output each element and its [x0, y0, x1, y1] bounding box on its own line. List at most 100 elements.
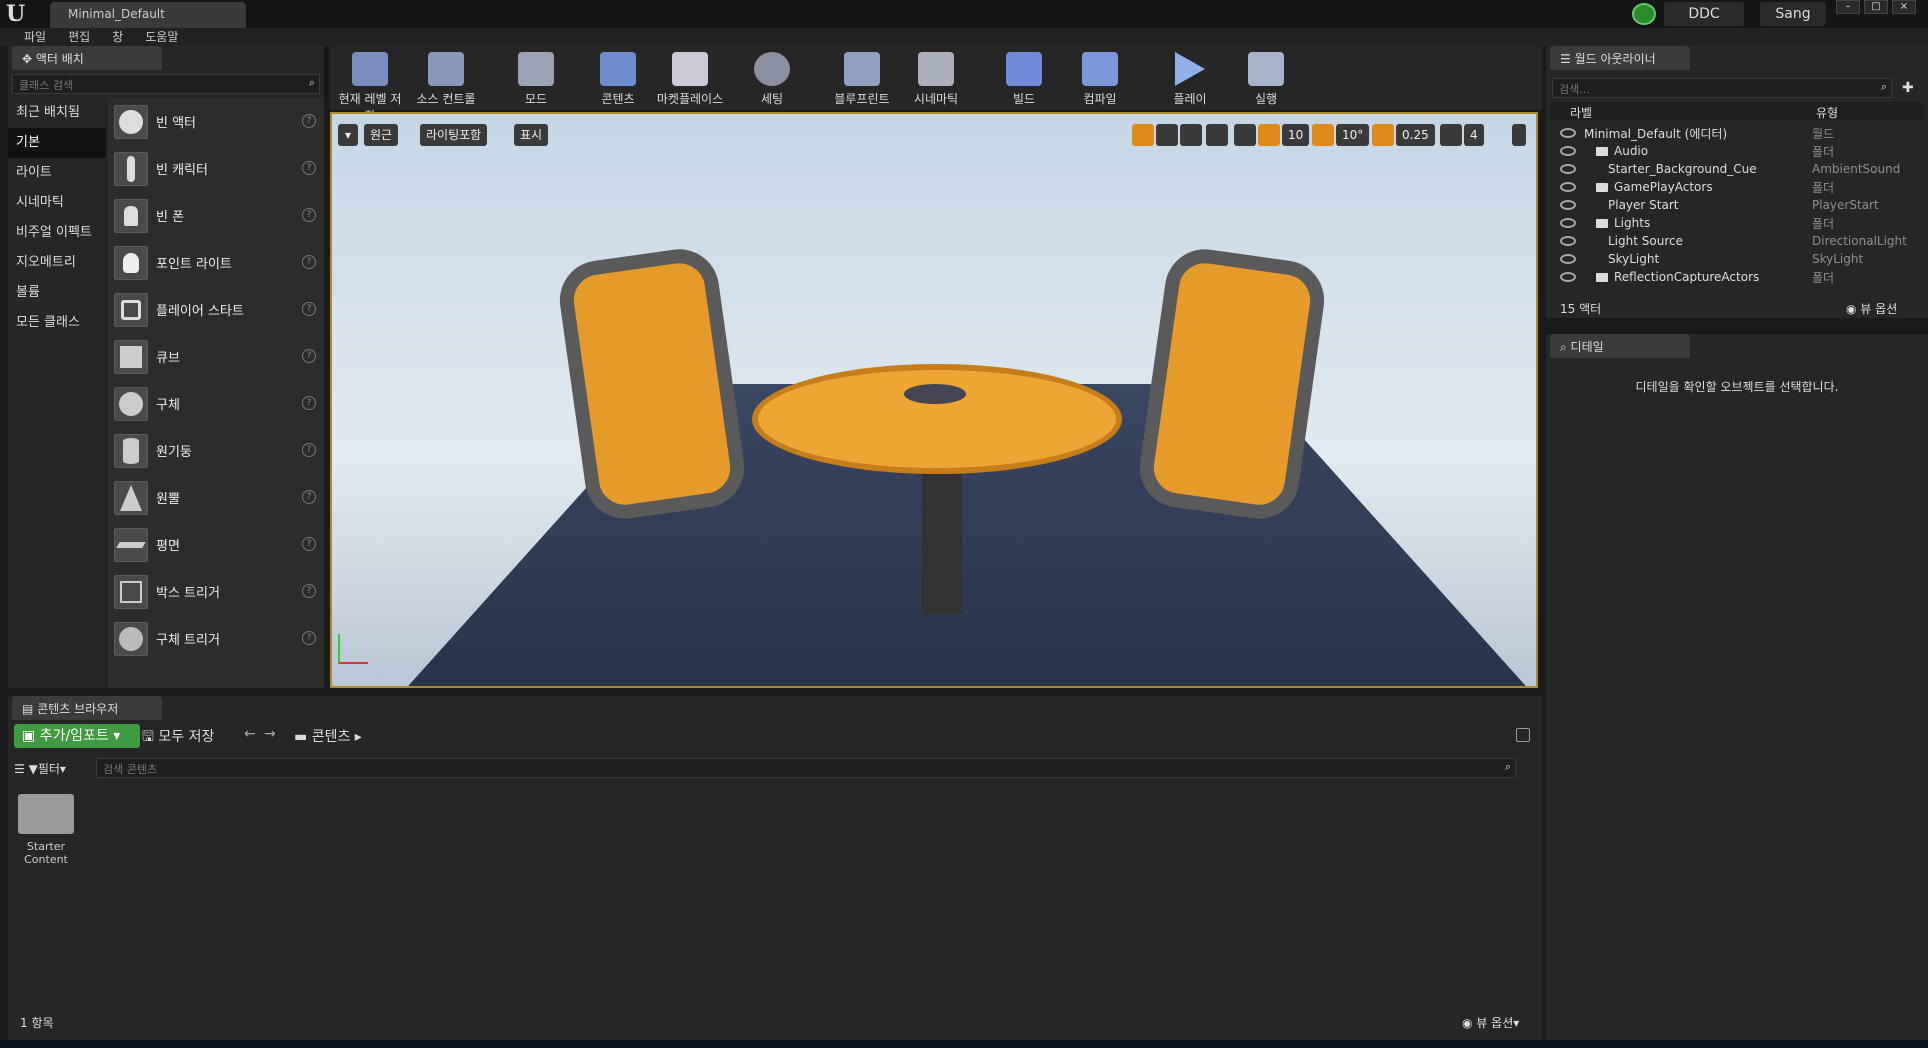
user-button[interactable]: Sang: [1760, 2, 1826, 26]
launch-button[interactable]: 실행: [1230, 50, 1302, 108]
outliner-row[interactable]: GamePlayActors 폴더: [1550, 178, 1910, 196]
path-breadcrumb[interactable]: ▬ 콘텐츠 ▸: [294, 726, 362, 746]
help-icon[interactable]: ?: [302, 349, 316, 363]
visibility-eye-icon[interactable]: [1560, 164, 1576, 174]
help-icon[interactable]: ?: [302, 490, 316, 504]
scale-snap-value[interactable]: 0.25: [1396, 124, 1435, 146]
menu-window[interactable]: 창: [102, 28, 133, 46]
content-browser-tab[interactable]: ▤ 콘텐츠 브라우저: [12, 696, 162, 720]
help-icon[interactable]: ?: [302, 255, 316, 269]
category-all-classes[interactable]: 모든 클래스: [8, 308, 106, 338]
outliner-row[interactable]: Starter_Background_Cue AmbientSound: [1550, 160, 1910, 178]
content-view-options-button[interactable]: ◉ 뷰 옵션▾: [1462, 1014, 1519, 1031]
folder-item-starter-content[interactable]: Starter Content: [16, 794, 76, 866]
type-column-header[interactable]: 유형: [1816, 104, 1838, 121]
source-control-status-icon[interactable]: [1632, 3, 1656, 25]
actor-item-empty-character[interactable]: 빈 캐릭터?: [108, 145, 324, 192]
level-tab[interactable]: Minimal_Default: [50, 2, 246, 28]
camera-speed-value[interactable]: 4: [1464, 124, 1484, 146]
add-filter-icon[interactable]: ✚: [1902, 80, 1918, 96]
tree-toggle-icon[interactable]: ☰: [14, 762, 29, 776]
visibility-eye-icon[interactable]: [1560, 218, 1576, 228]
perspective-button[interactable]: 원근: [364, 124, 399, 146]
actor-item-box-trigger[interactable]: 박스 트리거?: [108, 568, 324, 615]
rotate-icon[interactable]: [1156, 124, 1178, 146]
maximize-icon[interactable]: □: [1864, 0, 1888, 14]
category-visual-effects[interactable]: 비주얼 이펙트: [8, 218, 106, 248]
rotation-snap-icon[interactable]: [1312, 124, 1334, 146]
filter-button[interactable]: ☰ ▼필터▾: [14, 760, 66, 777]
grid-snap-value[interactable]: 10: [1282, 124, 1310, 146]
compile-button[interactable]: 컴파일: [1064, 50, 1136, 108]
label-column-header[interactable]: 라벨: [1570, 104, 1592, 121]
rotation-snap-value[interactable]: 10°: [1336, 124, 1370, 146]
show-button[interactable]: 표시: [514, 124, 549, 146]
camera-speed-icon[interactable]: [1440, 124, 1462, 146]
details-tab[interactable]: ⌕ 디테일: [1550, 334, 1690, 358]
visibility-eye-icon[interactable]: [1560, 254, 1576, 264]
help-icon[interactable]: ?: [302, 396, 316, 410]
visibility-eye-icon[interactable]: [1560, 272, 1576, 282]
menu-help[interactable]: 도움말: [135, 28, 188, 46]
lock-icon[interactable]: [1516, 728, 1530, 742]
close-icon[interactable]: ×: [1892, 0, 1916, 14]
source-control-button[interactable]: 소스 컨트롤: [410, 50, 482, 108]
outliner-row[interactable]: Lights 폴더: [1550, 214, 1910, 232]
actor-item-empty-actor[interactable]: 빈 액터?: [108, 98, 324, 145]
actor-item-cone[interactable]: 원뿔?: [108, 474, 324, 521]
category-basic[interactable]: 기본: [8, 128, 106, 158]
level-viewport[interactable]: ▾ 원근 라이팅포함 표시 10 10° 0.25 4: [330, 112, 1538, 688]
outliner-search-input[interactable]: 검색... ⌕: [1552, 78, 1892, 98]
outliner-row[interactable]: Player Start PlayerStart: [1550, 196, 1910, 214]
category-lights[interactable]: 라이트: [8, 158, 106, 188]
viewport-options-dropdown[interactable]: ▾: [338, 124, 358, 146]
help-icon[interactable]: ?: [302, 208, 316, 222]
content-button[interactable]: 콘텐츠: [582, 50, 654, 108]
visibility-eye-icon[interactable]: [1560, 128, 1576, 138]
maximize-viewport-icon[interactable]: [1512, 124, 1526, 146]
outliner-row[interactable]: Minimal_Default (에디터) 월드: [1550, 124, 1910, 142]
back-arrow-icon[interactable]: ←: [244, 726, 256, 742]
surface-snap-icon[interactable]: [1234, 124, 1256, 146]
category-recent[interactable]: 최근 배치됨: [8, 98, 106, 128]
translate-icon[interactable]: [1132, 124, 1154, 146]
place-actors-tab[interactable]: ✥ 액터 배치: [12, 46, 162, 70]
add-import-button[interactable]: ▣ 추가/임포트 ▾: [14, 724, 140, 748]
actor-item-point-light[interactable]: 포인트 라이트?: [108, 239, 324, 286]
content-search-input[interactable]: 검색 콘텐츠 ⌕: [96, 758, 1516, 778]
save-all-button[interactable]: 🖫 모두 저장: [142, 726, 214, 750]
visibility-eye-icon[interactable]: [1560, 236, 1576, 246]
build-button[interactable]: 빌드: [988, 50, 1060, 108]
outliner-row[interactable]: Audio 폴더: [1550, 142, 1910, 160]
help-icon[interactable]: ?: [302, 114, 316, 128]
scale-icon[interactable]: [1180, 124, 1202, 146]
category-geometry[interactable]: 지오메트리: [8, 248, 106, 278]
actor-item-plane[interactable]: 평면?: [108, 521, 324, 568]
actor-item-sphere[interactable]: 구체?: [108, 380, 324, 427]
grid-snap-icon[interactable]: [1258, 124, 1280, 146]
category-volumes[interactable]: 볼륨: [8, 278, 106, 308]
marketplace-button[interactable]: 마켓플레이스: [654, 50, 726, 108]
save-current-level-button[interactable]: 현재 레벨 저장: [334, 50, 406, 123]
help-icon[interactable]: ?: [302, 161, 316, 175]
help-icon[interactable]: ?: [302, 537, 316, 551]
outliner-row[interactable]: ReflectionCaptureActors 폴더: [1550, 268, 1910, 286]
lighting-mode-button[interactable]: 라이팅포함: [420, 124, 488, 146]
outliner-row[interactable]: SkyLight SkyLight: [1550, 250, 1910, 268]
help-icon[interactable]: ?: [302, 443, 316, 457]
visibility-eye-icon[interactable]: [1560, 146, 1576, 156]
world-outliner-tab[interactable]: ☰ 월드 아웃라이너: [1550, 46, 1690, 70]
class-search-input[interactable]: 클래스 검색 ⌕: [12, 74, 320, 94]
modes-button[interactable]: 모드: [500, 50, 572, 108]
forward-arrow-icon[interactable]: →: [264, 726, 276, 742]
world-local-icon[interactable]: [1206, 124, 1228, 146]
minimize-icon[interactable]: –: [1836, 0, 1860, 14]
outliner-row[interactable]: Light Source DirectionalLight: [1550, 232, 1910, 250]
actor-item-player-start[interactable]: 플레이어 스타트?: [108, 286, 324, 333]
category-cinematic[interactable]: 시네마틱: [8, 188, 106, 218]
scale-snap-icon[interactable]: [1372, 124, 1394, 146]
blueprints-button[interactable]: 블루프린트: [826, 50, 898, 108]
actor-item-empty-pawn[interactable]: 빈 폰?: [108, 192, 324, 239]
play-button[interactable]: 플레이: [1154, 50, 1226, 108]
menu-file[interactable]: 파일: [14, 28, 56, 46]
